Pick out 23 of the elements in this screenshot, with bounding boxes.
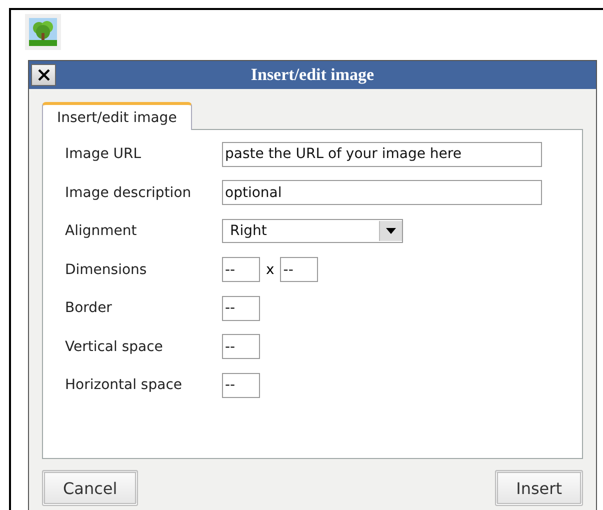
- dropdown[interactable]: Right: [222, 219, 403, 244]
- number-field[interactable]: --: [222, 334, 260, 360]
- close-button[interactable]: [31, 64, 56, 86]
- field-label: Horizontal space: [65, 377, 184, 394]
- field-label: Image URL: [65, 146, 142, 162]
- number-field[interactable]: --: [222, 372, 260, 398]
- text-field[interactable]: paste the URL of your image here: [222, 142, 542, 167]
- tree-icon[interactable]: [29, 18, 57, 46]
- dialog-title: Insert/edit image: [250, 65, 374, 85]
- field-label: Border: [65, 300, 113, 316]
- tab[interactable]: Insert/edit image: [42, 102, 192, 130]
- separator-text: x: [266, 262, 274, 278]
- number-field[interactable]: --: [222, 296, 260, 321]
- field-label: Alignment: [65, 223, 138, 240]
- insert-button[interactable]: Insert: [495, 470, 583, 506]
- width-field[interactable]: --: [222, 257, 260, 282]
- field-label: Vertical space: [65, 338, 164, 355]
- height-field[interactable]: --: [280, 257, 318, 282]
- field-label: Dimensions: [65, 262, 148, 278]
- close-icon: [36, 68, 50, 82]
- field-label: Image description: [65, 184, 192, 201]
- text-field[interactable]: optional: [222, 180, 542, 206]
- cancel-button[interactable]: Cancel: [42, 470, 138, 506]
